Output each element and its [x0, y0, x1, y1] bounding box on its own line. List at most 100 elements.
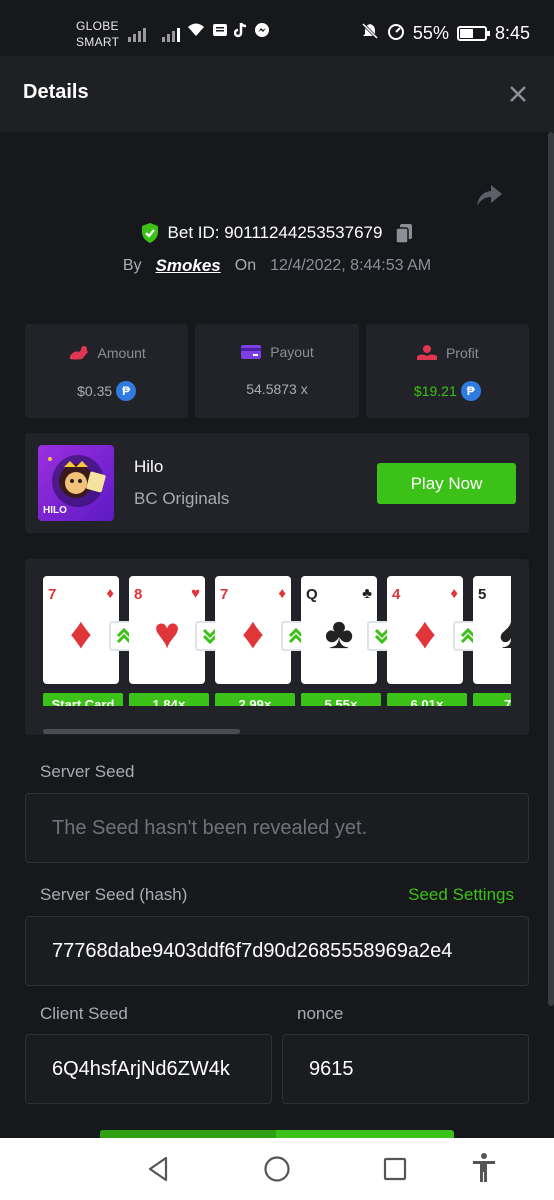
- payout-icon: [241, 345, 262, 359]
- bet-id: Bet ID: 90111244253537679: [167, 223, 383, 242]
- amount-label: Amount: [97, 345, 146, 361]
- carrier-line2: SMART: [76, 35, 120, 49]
- payout-value: 54.5873 x: [246, 381, 308, 397]
- carrier-label: GLOBE SMART: [76, 18, 119, 50]
- card-suit-large: ♠: [499, 609, 511, 658]
- nonce-label: nonce: [297, 1004, 344, 1023]
- card-suit-small: ♥: [191, 585, 200, 602]
- cards-strip[interactable]: 7 ♦ ♦ Start Card 8 ♥ ♥ 1.84× 7 ♦ ♦ 2.99× Q ♣ ♣ 5.55× 4 ♦ ♦…: [43, 576, 511, 706]
- verified-shield-icon: [141, 223, 158, 243]
- battery-percent: 55%: [412, 23, 449, 43]
- status-bar: GLOBE SMART 55% 8:45: [0, 0, 554, 56]
- card-suit-large: ♣: [324, 609, 354, 658]
- profit-stat-label: Profit: [366, 344, 529, 362]
- profit-icon: [416, 345, 437, 360]
- hilo-thumb-label: HILO: [43, 505, 67, 516]
- peso-coin-icon: ₱: [116, 381, 137, 401]
- recents-square-icon: [383, 1157, 407, 1181]
- card-rank: 4: [392, 586, 401, 603]
- page-title: Details: [23, 81, 89, 103]
- back-button[interactable]: [146, 1155, 170, 1188]
- mute-icon: [361, 22, 379, 45]
- multiplier-label: 2.99×: [215, 693, 295, 706]
- horizontal-scrollbar[interactable]: [43, 729, 240, 734]
- card-suit-small: ♦: [106, 585, 114, 602]
- nonce-field[interactable]: 9615: [282, 1034, 529, 1104]
- client-seed-field[interactable]: 6Q4hsfArjNd6ZW4k: [25, 1034, 272, 1104]
- payout-stat: Payout 54.5873 x: [195, 324, 359, 418]
- username-link[interactable]: Smokes: [156, 256, 221, 276]
- amount-icon: [69, 346, 88, 360]
- card-suit-large: ♦: [241, 609, 265, 658]
- bottom-action-button[interactable]: [100, 1130, 454, 1138]
- multiplier-label: 1.84×: [129, 693, 209, 706]
- payout-label: Payout: [270, 344, 314, 360]
- tiktok-icon: [233, 22, 248, 43]
- notification-icons: [186, 22, 270, 43]
- seed-settings-link[interactable]: Seed Settings: [408, 885, 514, 905]
- status-right: 55% 8:45: [361, 22, 530, 45]
- client-seed-label: Client Seed: [40, 1004, 128, 1023]
- messenger-icon: [254, 22, 270, 43]
- card-rank: 5: [478, 586, 487, 603]
- profit-label: Profit: [445, 345, 479, 361]
- playing-card: 5♠♠: [473, 576, 511, 684]
- carrier-line1: GLOBE: [76, 19, 119, 33]
- bet-date: 12/4/2022, 8:44:53 AM: [270, 257, 432, 274]
- signal-icon: [128, 24, 146, 42]
- bottom-action-left-half: [100, 1130, 276, 1138]
- recents-button[interactable]: [382, 1155, 408, 1188]
- card-rank: 7: [48, 586, 57, 603]
- battery-level: [459, 29, 473, 38]
- back-triangle-icon: [148, 1156, 168, 1182]
- share-icon[interactable]: [474, 182, 504, 210]
- multiplier-label: 7.8: [473, 693, 511, 706]
- playing-card: 7 ♦ ♦: [215, 576, 291, 684]
- news-icon: [212, 22, 228, 43]
- playing-card: 4 ♦ ♦: [387, 576, 463, 684]
- amount-value: $0.35: [77, 383, 113, 399]
- hilo-game-thumbnail[interactable]: HILO: [38, 445, 114, 521]
- bet-id-row: Bet ID: 90111244253537679: [0, 222, 554, 244]
- game-name: Hilo: [134, 457, 164, 476]
- copy-icon[interactable]: [394, 222, 414, 244]
- multiplier-label: 6.01×: [387, 693, 467, 706]
- game-provider: BC Originals: [134, 489, 230, 508]
- multiplier-label: Start Card: [43, 693, 123, 706]
- card-suit-small: ♣: [362, 585, 372, 602]
- home-circle-icon: [264, 1156, 290, 1182]
- server-seed-label: Server Seed: [40, 762, 135, 781]
- home-button[interactable]: [263, 1155, 291, 1188]
- close-icon: [510, 86, 526, 102]
- card-suit-small: ♦: [450, 585, 458, 602]
- bet-author-row: By Smokes On 12/4/2022, 8:44:53 AM: [0, 256, 554, 276]
- server-seed-field[interactable]: The Seed hasn't been revealed yet.: [25, 793, 529, 863]
- amount-stat: Amount $0.35 ₱: [25, 324, 189, 418]
- accessibility-button[interactable]: [470, 1152, 498, 1189]
- by-label: By: [122, 257, 142, 274]
- amount-stat-value: $0.35 ₱: [25, 381, 188, 401]
- bet-stats: Amount $0.35 ₱ Payout 54.5873 x Profit $…: [25, 324, 529, 418]
- server-hash-field[interactable]: 77768dabe9403ddf6f7d90d2685558969a2e4: [25, 916, 529, 986]
- play-now-button[interactable]: Play Now: [377, 463, 516, 504]
- card-suit-large: ♥: [153, 609, 181, 658]
- card-rank: 8: [134, 586, 143, 603]
- profit-value: $19.21: [413, 383, 457, 399]
- payout-stat-value: 54.5873 x: [195, 381, 358, 397]
- close-button[interactable]: [502, 78, 534, 110]
- card-suit-large: ♦: [413, 609, 437, 658]
- multiplier-label: 5.55×: [301, 693, 381, 706]
- playing-card: 7 ♦ ♦: [43, 576, 119, 684]
- on-label: On: [234, 257, 257, 274]
- wifi-icon: [186, 22, 206, 43]
- game-card: HILO Hilo BC Originals Play Now: [25, 433, 529, 533]
- peso-coin-icon: ₱: [460, 381, 481, 401]
- profit-stat: Profit $19.21 ₱: [365, 324, 529, 418]
- card-rank: 7: [220, 586, 229, 603]
- card-suit-large: ♦: [69, 609, 93, 658]
- details-header: Details: [0, 56, 554, 132]
- android-navigation-bar: [0, 1138, 554, 1200]
- clock: 8:45: [494, 23, 530, 43]
- cards-history-panel: 7 ♦ ♦ Start Card 8 ♥ ♥ 1.84× 7 ♦ ♦ 2.99× Q ♣ ♣ 5.55× 4 ♦ ♦…: [25, 559, 529, 735]
- card-suit-small: ♦: [278, 585, 286, 602]
